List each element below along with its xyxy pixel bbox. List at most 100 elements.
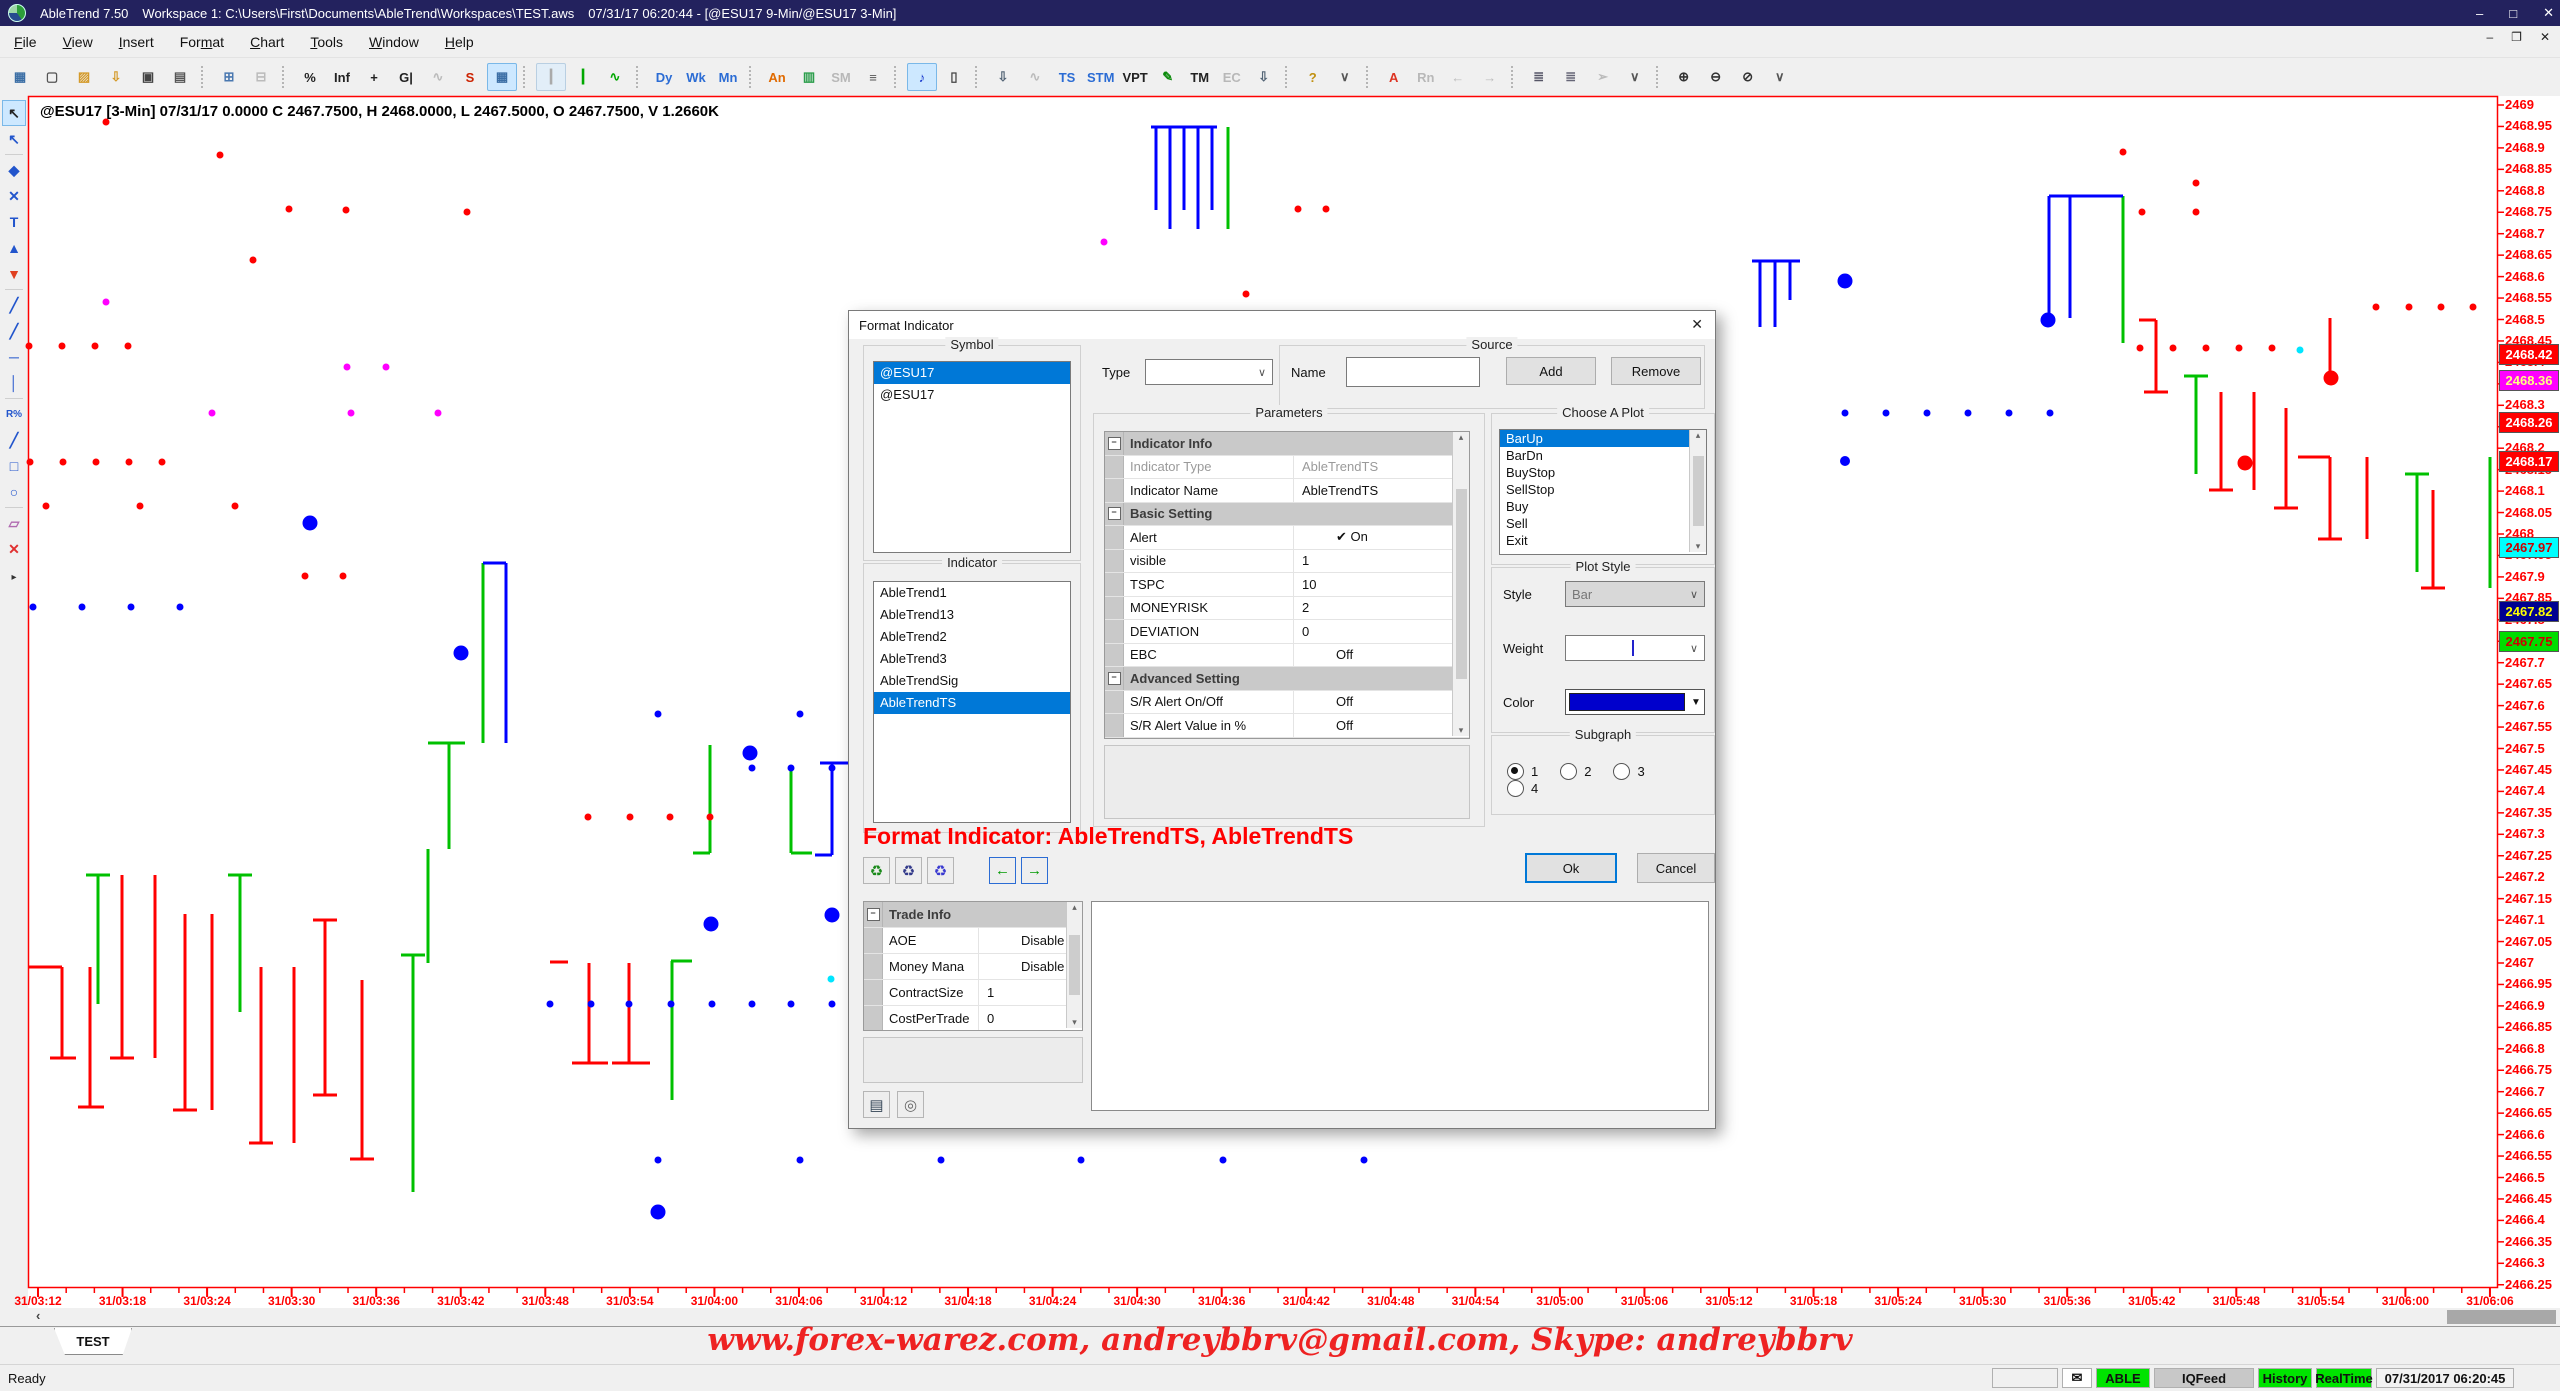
toolbar-label-An[interactable]: An xyxy=(762,63,792,91)
subgraph-radio[interactable]: 4 xyxy=(1507,780,1538,797)
toolbar-label-S[interactable]: S xyxy=(455,63,485,91)
plot-list-item[interactable]: SellStop xyxy=(1500,481,1706,498)
parameter-row[interactable]: EBCOff xyxy=(1105,644,1469,668)
toolbar-open-folder-icon[interactable]: ▨ xyxy=(69,63,99,91)
child-minimize-icon[interactable]: – xyxy=(2486,30,2493,44)
subgraph-radio[interactable]: 1 xyxy=(1507,763,1538,780)
dialog-close-icon[interactable]: ✕ xyxy=(1691,316,1703,333)
grid-value-cell[interactable]: Off xyxy=(1294,714,1469,737)
parameter-row[interactable]: visible1 xyxy=(1105,550,1469,574)
toolbar-multi-bars-icon[interactable]: ▥ xyxy=(794,63,824,91)
ok-button[interactable]: Ok xyxy=(1525,853,1617,883)
remove-button[interactable]: Remove xyxy=(1611,357,1701,385)
tool-hline-icon[interactable]: ─ xyxy=(2,344,26,370)
toolbar-save-icon[interactable]: ▣ xyxy=(133,63,163,91)
trade-info-row[interactable]: CostPerTrade0 xyxy=(864,1006,1082,1031)
plot-list-item[interactable]: Exit xyxy=(1500,532,1706,549)
toolbar-book-icon[interactable]: ▯ xyxy=(939,63,969,91)
symbol-list[interactable]: @ESU17@ESU17 xyxy=(873,361,1071,553)
child-restore-icon[interactable]: ❐ xyxy=(2511,30,2522,44)
tool-cross-blue-icon[interactable]: ✕ xyxy=(2,183,26,209)
grid-value-cell[interactable]: AbleTrendTS xyxy=(1294,479,1469,502)
toolbar-bar-mode-icon[interactable]: ┃ xyxy=(536,63,566,91)
trade-info-row[interactable]: ContractSize1 xyxy=(864,980,1082,1006)
grid-value-cell[interactable]: 10 xyxy=(1294,573,1469,596)
parameters-scrollbar[interactable]: ▴▾ xyxy=(1452,432,1469,736)
menu-window[interactable]: Window xyxy=(369,34,419,50)
toolbar-arrow-left-icon[interactable]: ← xyxy=(1443,63,1473,91)
toolbar-label-+[interactable]: + xyxy=(359,63,389,91)
collapse-icon[interactable]: − xyxy=(1108,507,1121,520)
tab-scroll-left-icon[interactable]: ‹ xyxy=(36,1308,40,1323)
menu-view[interactable]: View xyxy=(63,34,93,50)
toolbar-label-Rn[interactable]: Rn xyxy=(1411,63,1441,91)
toolbar-wave2-icon[interactable]: ∿ xyxy=(1020,63,1050,91)
dialog-title-bar[interactable]: Format Indicator ✕ xyxy=(849,311,1715,339)
grid-value-cell[interactable]: 0 xyxy=(1294,620,1469,643)
collapse-icon[interactable]: − xyxy=(867,908,880,921)
toolbar-chevron-icon[interactable]: ∨ xyxy=(1765,63,1795,91)
toolbar-list-icon[interactable]: ≡ xyxy=(858,63,888,91)
name-field[interactable] xyxy=(1346,357,1480,387)
tool-fib-icon[interactable]: R% xyxy=(2,401,26,427)
add-button[interactable]: Add xyxy=(1506,357,1596,385)
toolbar-chevron-icon[interactable]: ∨ xyxy=(1330,63,1360,91)
indicator-list-item[interactable]: AbleTrendTS xyxy=(874,692,1070,714)
tool-ellipse-icon[interactable]: ○ xyxy=(2,479,26,505)
menu-help[interactable]: Help xyxy=(445,34,474,50)
symbol-list-item[interactable]: @ESU17 xyxy=(874,362,1070,384)
tool-text-tool-icon[interactable]: T xyxy=(2,209,26,235)
refresh-green-button[interactable]: ♻ xyxy=(863,857,890,884)
window-minimize-icon[interactable]: – xyxy=(2476,6,2483,21)
tool-arrow-up-blue-icon[interactable]: ▲ xyxy=(2,235,26,261)
parameter-row[interactable]: MONEYRISK2 xyxy=(1105,597,1469,621)
window-maximize-icon[interactable]: □ xyxy=(2509,6,2517,21)
toolbar-label-TS[interactable]: TS xyxy=(1052,63,1082,91)
plot-list-item[interactable]: Sell xyxy=(1500,515,1706,532)
plot-list-item[interactable]: BarDn xyxy=(1500,447,1706,464)
tool-pencil-line-icon[interactable]: ╱ xyxy=(2,427,26,453)
parameter-row[interactable]: S/R Alert Value in %Off xyxy=(1105,714,1469,738)
toolbar-label-A[interactable]: A xyxy=(1379,63,1409,91)
color-combo[interactable]: ▼ xyxy=(1565,689,1705,715)
plot-list-item[interactable]: Buy xyxy=(1500,498,1706,515)
next-arrow-button[interactable]: → xyxy=(1021,857,1048,884)
toolbar-gauge-download-icon[interactable]: ⇩ xyxy=(988,63,1018,91)
drawing-toolbar-expander[interactable]: ▸ xyxy=(11,572,16,583)
toolbar-help-icon[interactable]: ? xyxy=(1298,63,1328,91)
tool-arrow-down-red-icon[interactable]: ▼ xyxy=(2,261,26,287)
parameters-grid[interactable]: −Indicator InfoIndicator TypeAbleTrendTS… xyxy=(1104,431,1470,739)
trade-info-row[interactable]: Money ManaDisable xyxy=(864,954,1082,980)
parameter-row[interactable]: Indicator NameAbleTrendTS xyxy=(1105,479,1469,503)
toolbar-list-report2-icon[interactable]: ≣ xyxy=(1556,63,1586,91)
grid-value-cell[interactable]: Off xyxy=(1294,691,1469,714)
menu-file[interactable]: File xyxy=(14,34,37,50)
tab-test[interactable]: TEST xyxy=(54,1328,132,1355)
indicator-list-item[interactable]: AbleTrend1 xyxy=(874,582,1070,604)
grid-value-cell[interactable]: Off xyxy=(1294,644,1469,667)
parameter-row[interactable]: S/R Alert On/OffOff xyxy=(1105,691,1469,715)
scrollbar-thumb[interactable] xyxy=(2447,1310,2556,1324)
indicator-list[interactable]: AbleTrend1AbleTrend13AbleTrend2AbleTrend… xyxy=(873,581,1071,823)
refresh-blue-button[interactable]: ♻ xyxy=(927,857,954,884)
parameter-row[interactable]: Alert✔ On xyxy=(1105,526,1469,550)
toolbar-import-icon[interactable]: ⇩ xyxy=(101,63,131,91)
toolbar-chart-mode-icon[interactable]: ▦ xyxy=(487,63,517,91)
toolbar-note-icon[interactable]: ♪ xyxy=(907,63,937,91)
toolbar-label-Mn[interactable]: Mn xyxy=(713,63,743,91)
toolbar-label-SM[interactable]: SM xyxy=(826,63,856,91)
indicator-list-item[interactable]: AbleTrend2 xyxy=(874,626,1070,648)
toolbar-arrow-right-icon[interactable]: → xyxy=(1475,63,1505,91)
toolbar-label-G|[interactable]: G| xyxy=(391,63,421,91)
toolbar-label-VPT[interactable]: VPT xyxy=(1119,63,1150,91)
toolbar-paste-icon[interactable]: ⊟ xyxy=(246,63,276,91)
toolbar-pin-icon[interactable]: ➢ xyxy=(1588,63,1618,91)
child-close-icon[interactable]: ✕ xyxy=(2540,30,2550,44)
toolbar-label-Dy[interactable]: Dy xyxy=(649,63,679,91)
toolbar-chart-window-icon[interactable]: ▦ xyxy=(5,63,35,91)
toolbar-label-TM[interactable]: TM xyxy=(1185,63,1215,91)
grid-value-cell[interactable]: AbleTrendTS xyxy=(1294,456,1469,479)
weight-combo[interactable]: ∨ xyxy=(1565,635,1705,661)
menu-format[interactable]: Format xyxy=(180,34,224,50)
window-close-icon[interactable]: ✕ xyxy=(2543,5,2554,21)
